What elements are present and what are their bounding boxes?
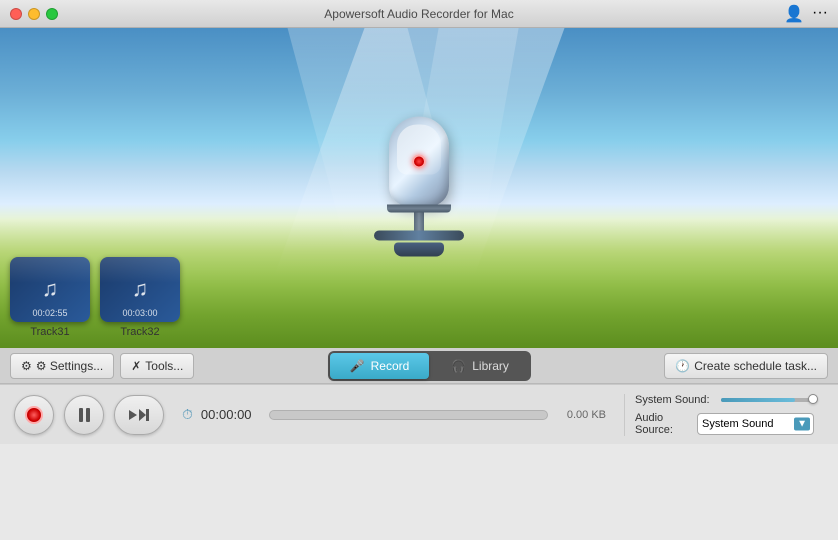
pause-bar-right bbox=[86, 408, 90, 422]
microphone-graphic bbox=[369, 117, 469, 247]
scenery-area: ♫ 00:02:55 Track31 ♫ 00:03:00 Track32 bbox=[0, 28, 838, 348]
main-content: ♫ 00:02:55 Track31 ♫ 00:03:00 Track32 ⚙ bbox=[0, 28, 838, 540]
progress-top: ⏱ 00:00:00 0.00 KB bbox=[182, 406, 606, 423]
settings-label: ⚙ Settings... bbox=[36, 359, 103, 373]
tools-icon: ✗ bbox=[131, 359, 141, 373]
tab-group: 🎤 Record 🎧 Library bbox=[328, 351, 531, 381]
controls-bar: ⏱ 00:00:00 0.00 KB System Sound: bbox=[0, 384, 838, 444]
music-icon-2: ♫ bbox=[132, 276, 149, 302]
mic-stand bbox=[394, 243, 444, 257]
play-triangle-icon bbox=[129, 410, 137, 420]
settings-tools-area: ⚙ ⚙ Settings... ✗ Tools... bbox=[10, 353, 194, 379]
tracks-area: ♫ 00:02:55 Track31 ♫ 00:03:00 Track32 bbox=[10, 257, 180, 338]
library-tab-icon: 🎧 bbox=[451, 359, 466, 373]
tools-button[interactable]: ✗ Tools... bbox=[120, 353, 194, 379]
titlebar-icons: 👤 ··· bbox=[784, 4, 828, 24]
system-sound-label: System Sound: bbox=[635, 394, 715, 406]
settings-button[interactable]: ⚙ ⚙ Settings... bbox=[10, 353, 114, 379]
system-sound-row: System Sound: bbox=[635, 394, 814, 406]
mic-band bbox=[387, 205, 451, 213]
mic-tab-icon: 🎤 bbox=[350, 359, 365, 373]
track-time-2: 00:03:00 bbox=[100, 308, 180, 318]
pause-bar-left bbox=[79, 408, 83, 422]
record-circle-icon bbox=[25, 406, 43, 424]
audio-source-row: Audio Source: System Sound Microphone Sy… bbox=[635, 412, 814, 436]
minimize-button[interactable] bbox=[28, 8, 40, 20]
tab-library-label: Library bbox=[472, 359, 509, 373]
titlebar: Apowersoft Audio Recorder for Mac 👤 ··· bbox=[0, 0, 838, 28]
schedule-label: Create schedule task... bbox=[694, 359, 817, 373]
volume-fill bbox=[721, 398, 795, 402]
tab-library[interactable]: 🎧 Library bbox=[431, 353, 529, 379]
pause-button[interactable] bbox=[64, 395, 104, 435]
timer-display: 00:00:00 bbox=[201, 407, 261, 422]
clock-icon: ⏱ bbox=[182, 406, 193, 423]
gear-icon: ⚙ bbox=[21, 359, 32, 373]
skip-icon bbox=[139, 409, 149, 421]
volume-knob[interactable] bbox=[808, 394, 818, 404]
user-icon[interactable]: 👤 bbox=[784, 4, 804, 24]
maximize-button[interactable] bbox=[46, 8, 58, 20]
progress-bar-track[interactable] bbox=[269, 410, 548, 420]
tab-record[interactable]: 🎤 Record bbox=[330, 353, 430, 379]
mic-base-arm bbox=[374, 231, 464, 241]
music-icon-1: ♫ bbox=[42, 276, 59, 302]
source-select-wrapper: System Sound Microphone System + Microph… bbox=[697, 413, 814, 435]
mic-red-dot bbox=[412, 155, 426, 169]
list-item[interactable]: ♫ 00:02:55 Track31 bbox=[10, 257, 90, 338]
track-name-2: Track32 bbox=[100, 326, 180, 338]
track-thumbnail-2[interactable]: ♫ 00:03:00 bbox=[100, 257, 180, 322]
skip-bar bbox=[146, 409, 149, 421]
window-title: Apowersoft Audio Recorder for Mac bbox=[324, 7, 513, 21]
volume-slider[interactable] bbox=[721, 398, 814, 402]
list-item[interactable]: ♫ 00:03:00 Track32 bbox=[100, 257, 180, 338]
tab-record-label: Record bbox=[371, 359, 410, 373]
audio-source-select[interactable]: System Sound Microphone System + Microph… bbox=[697, 413, 814, 435]
pause-icon bbox=[79, 408, 90, 422]
close-button[interactable] bbox=[10, 8, 22, 20]
schedule-button[interactable]: 🕐 Create schedule task... bbox=[664, 353, 828, 379]
bottom-panel: ⚙ ⚙ Settings... ✗ Tools... 🎤 Record 🎧 Li… bbox=[0, 348, 838, 540]
window-controls bbox=[10, 8, 58, 20]
more-icon[interactable]: ··· bbox=[812, 4, 828, 24]
tools-label: Tools... bbox=[145, 359, 183, 373]
clock-schedule-icon: 🕐 bbox=[675, 359, 690, 373]
file-size-display: 0.00 KB bbox=[556, 409, 606, 421]
mic-body bbox=[389, 117, 449, 207]
tab-bar: ⚙ ⚙ Settings... ✗ Tools... 🎤 Record 🎧 Li… bbox=[0, 348, 838, 384]
track-name-1: Track31 bbox=[10, 326, 90, 338]
record-button[interactable] bbox=[14, 395, 54, 435]
progress-area: ⏱ 00:00:00 0.00 KB bbox=[182, 406, 606, 423]
skip-arrow bbox=[139, 409, 146, 421]
audio-source-label: Audio Source: bbox=[635, 412, 691, 436]
track-time-1: 00:02:55 bbox=[10, 308, 90, 318]
mic-neck bbox=[414, 213, 424, 231]
playback-button[interactable] bbox=[114, 395, 164, 435]
track-thumbnail-1[interactable]: ♫ 00:02:55 bbox=[10, 257, 90, 322]
right-panel: System Sound: Audio Source: System Sound… bbox=[624, 394, 824, 436]
